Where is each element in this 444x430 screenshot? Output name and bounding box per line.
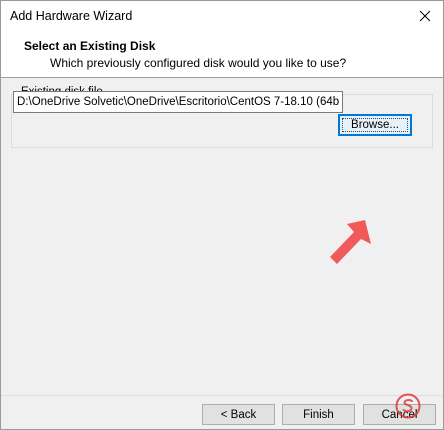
wizard-body: Existing disk file Browse... <box>1 78 443 429</box>
pointer-arrow-icon <box>330 220 371 264</box>
close-icon <box>419 10 431 22</box>
page-subtitle: Which previously configured disk would y… <box>50 56 347 70</box>
solvetic-logo-icon <box>395 393 421 419</box>
browse-button[interactable]: Browse... <box>338 114 412 136</box>
finish-button[interactable]: Finish <box>282 404 355 425</box>
back-button[interactable]: < Back <box>202 404 275 425</box>
browse-button-label: Browse... <box>351 119 399 131</box>
disk-path-field[interactable] <box>13 91 343 113</box>
title-bar[interactable]: Add Hardware Wizard <box>1 1 443 34</box>
wizard-window: Add Hardware Wizard Select an Existing D… <box>0 0 444 430</box>
close-button[interactable] <box>407 1 443 31</box>
window-title: Add Hardware Wizard <box>10 9 133 23</box>
wizard-footer: < Back Finish Cancel <box>1 393 443 429</box>
wizard-header: Select an Existing Disk Which previously… <box>1 34 443 78</box>
footer-divider <box>1 395 443 396</box>
page-title: Select an Existing Disk <box>24 39 156 53</box>
